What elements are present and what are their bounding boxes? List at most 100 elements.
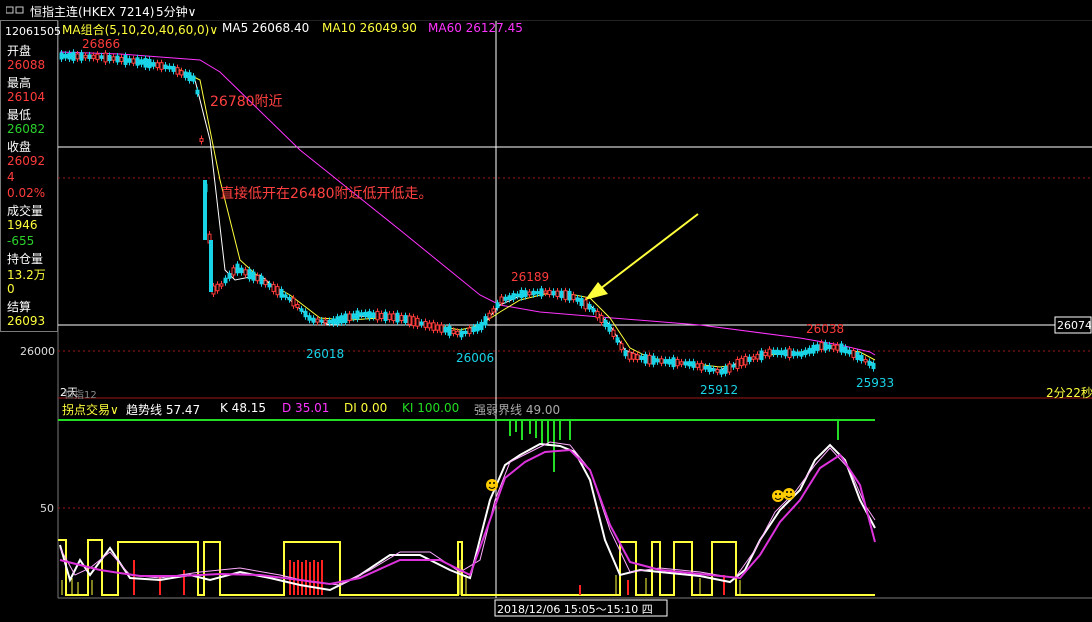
- candle-body: [415, 317, 420, 327]
- candle-body: [851, 350, 856, 358]
- candle-body: [347, 313, 352, 321]
- candle-body: [595, 310, 600, 319]
- candle-body: [767, 348, 772, 357]
- candle-body: [807, 347, 812, 354]
- d-value: D 35.01: [282, 401, 330, 415]
- low-price-label-2: 26006: [456, 351, 495, 365]
- candle-body: [471, 326, 476, 333]
- candle-body: [323, 319, 328, 324]
- open-value: 26088: [7, 58, 46, 72]
- volume-value: 1946: [7, 218, 38, 232]
- candle-body: [635, 354, 640, 361]
- candle-body: [239, 267, 244, 274]
- ma5-line: [59, 55, 876, 371]
- candle-body: [167, 65, 172, 70]
- oi-change: 0: [7, 282, 15, 296]
- candle-body: [475, 323, 480, 332]
- candle-body: [507, 295, 512, 300]
- candle-body: [727, 363, 732, 373]
- k-line: [59, 442, 876, 592]
- candle-body: [359, 312, 364, 316]
- annotation-26780: 26780附近: [210, 94, 283, 110]
- candle-body: [695, 363, 700, 368]
- low-price-label-1: 26018: [306, 347, 345, 361]
- candle-body: [791, 350, 796, 357]
- close-value: 26092: [7, 154, 46, 168]
- candle-body: [831, 344, 836, 350]
- candle-body: [799, 351, 804, 357]
- candle-body: [623, 350, 628, 357]
- candle-body: [747, 356, 752, 362]
- candle-body: [663, 359, 668, 364]
- candle-body: [79, 52, 84, 61]
- low-price-label-3: 25912: [700, 383, 739, 397]
- candle-body: [387, 313, 392, 321]
- crosshair-time-label: 2018/12/06 15:05～15:10 四: [497, 603, 653, 616]
- candle-body: [559, 290, 564, 299]
- settle-label: 结算: [7, 300, 32, 314]
- candle-body: [839, 343, 844, 353]
- period-selector[interactable]: 5分钟∨: [156, 3, 196, 20]
- annotation-arrow-shaft: [595, 213, 699, 293]
- candle-body: [187, 72, 192, 82]
- annotation-low-open: 直接低开在26480附近低开低走。: [220, 186, 433, 202]
- candle-body: [179, 70, 184, 76]
- candle-body: [647, 354, 652, 365]
- candle-body: [563, 290, 568, 300]
- period-label: 5分钟: [156, 5, 188, 19]
- candle-body: [343, 313, 348, 324]
- indicator-selector[interactable]: 拐点交易∨: [62, 401, 119, 418]
- candle-body: [163, 64, 168, 70]
- candle-body: [431, 322, 436, 331]
- candle-body: [227, 273, 232, 279]
- candle-body: [723, 366, 728, 374]
- candle-body: [259, 275, 264, 285]
- smiley-icon-2: [772, 490, 784, 502]
- candle-body: [771, 349, 776, 355]
- candle-body: [467, 327, 472, 335]
- y-axis-26000: 26000: [20, 345, 55, 358]
- candle-body: [643, 354, 648, 364]
- candle-body: [339, 315, 344, 324]
- ma-combo-selector[interactable]: MA组合(5,10,20,40,60,0)∨: [62, 21, 218, 38]
- candle-body: [515, 293, 520, 297]
- candle-body: [671, 357, 676, 368]
- high-label: 最高: [7, 76, 32, 90]
- candle-body: [855, 351, 860, 361]
- strong-weak-value: 强弱界线 49.00: [474, 403, 561, 417]
- chevron-down-icon: ∨: [110, 403, 119, 417]
- window-icon[interactable]: [6, 6, 24, 14]
- candle-body: [607, 323, 612, 332]
- settle-value: 26093: [7, 314, 46, 328]
- candle-body: [235, 263, 240, 274]
- chart-canvas[interactable]: [0, 0, 1092, 622]
- candle-body: [247, 269, 252, 280]
- candle-body: [631, 353, 636, 360]
- candle-body: [815, 344, 820, 351]
- candle-body: [147, 59, 152, 69]
- trend-line: [59, 448, 876, 586]
- candle-body: [447, 325, 452, 336]
- ma60-line: [59, 51, 876, 356]
- candle-body: [691, 361, 696, 368]
- candle-body: [355, 310, 360, 320]
- candle-body: [759, 350, 764, 361]
- countdown-label: 2分22秒: [1046, 386, 1092, 400]
- candle-body: [119, 57, 124, 62]
- candle-body: [483, 316, 488, 326]
- candle-body: [171, 66, 176, 72]
- candle-body: [675, 358, 680, 367]
- candle-body: [407, 315, 412, 325]
- candle-body: [531, 290, 536, 296]
- close-label: 收盘: [7, 140, 32, 154]
- candle-body: [755, 353, 760, 360]
- candle-body: [519, 289, 524, 299]
- instrument-title[interactable]: 恒指主连(HKEX 7214): [30, 3, 154, 20]
- candle-body: [735, 359, 740, 369]
- candle-body: [219, 283, 224, 287]
- candle-body: [655, 358, 660, 363]
- y-axis-50: 50: [40, 502, 54, 515]
- candle-body: [435, 324, 440, 331]
- candle-body: [863, 358, 868, 363]
- candle-body: [135, 57, 140, 66]
